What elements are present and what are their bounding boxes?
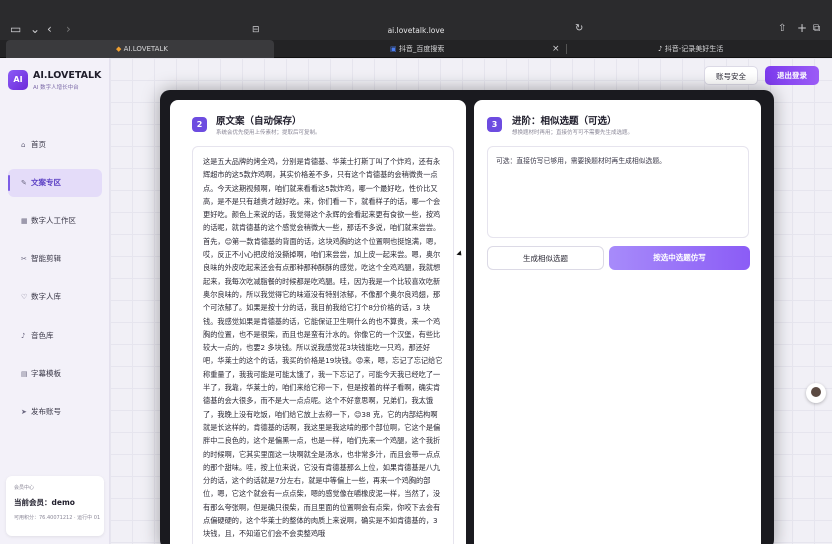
sidebar-item-home[interactable]: ⌂ 首页 bbox=[8, 131, 102, 159]
sidebar-item-publish-accounts[interactable]: ➤ 发布账号 bbox=[8, 398, 102, 426]
member-label: 当前会员：demo bbox=[14, 498, 75, 507]
app-root: AI AI.LOVETALK AI 数字人增长中台 ⌂ 首页 ✎ 文案专区 ▦ 数字人… bbox=[0, 58, 832, 544]
reload-icon[interactable]: ↻ bbox=[575, 22, 583, 36]
grid-icon: ▦ bbox=[21, 217, 28, 225]
similar-topics-hint: 可选：直接仿写已够用，需要换题材时再生成相似选题。 bbox=[496, 157, 666, 165]
rewrite-selected-topic-button[interactable]: 按选中选题仿写 bbox=[609, 246, 750, 270]
logo-icon: AI bbox=[8, 70, 28, 90]
sidebar: AI AI.LOVETALK AI 数字人增长中台 ⌂ 首页 ✎ 文案专区 ▦ 数字人… bbox=[0, 58, 110, 544]
sidebar-item-smart-edit[interactable]: ✂ 智能剪辑 bbox=[8, 245, 102, 273]
chevron-down-icon[interactable]: ⌄ bbox=[30, 22, 40, 36]
member-meta: 可用积分：76.40071212 · 运行中 01 bbox=[14, 515, 101, 521]
member-caption: 会员中心 bbox=[14, 485, 35, 491]
share-icon[interactable]: ⇧ bbox=[778, 22, 786, 36]
app-title: AI.LOVETALK bbox=[33, 70, 102, 81]
sidebar-item-copywriting[interactable]: ✎ 文案专区 bbox=[8, 169, 102, 197]
member-card[interactable]: 会员中心 当前会员：demo 可用积分：76.40071212 · 运行中 01 bbox=[6, 476, 104, 536]
step-badge: 3 bbox=[487, 117, 502, 132]
panel-title: 原文案（自动保存） bbox=[216, 116, 302, 127]
sidebar-item-subtitle-templates[interactable]: ▤ 字幕模板 bbox=[8, 360, 102, 388]
heart-icon: ♡ bbox=[21, 293, 28, 301]
tab-overview-icon[interactable]: ⧉ bbox=[813, 22, 820, 36]
similar-topics-textarea[interactable]: 可选：直接仿写已够用，需要换题材时再生成相似选题。 bbox=[487, 146, 749, 238]
panel-subtitle: 系统会优先使用上传素材；提取后可复制。 bbox=[216, 130, 321, 136]
tab-ai-lovetalk[interactable]: ◆ AI.LOVETALK bbox=[6, 40, 274, 58]
account-security-button[interactable]: 账号安全 bbox=[704, 66, 758, 85]
panel-title: 进阶：相似选题（可选） bbox=[512, 116, 617, 127]
forward-icon[interactable]: › bbox=[66, 22, 71, 36]
app-subtitle: AI 数字人增长中台 bbox=[33, 85, 79, 91]
site-settings-icon[interactable]: ⊟ bbox=[252, 23, 260, 37]
sidebar-item-avatar-workspace[interactable]: ▦ 数字人工作区 bbox=[8, 207, 102, 235]
sidebar-item-avatar-library[interactable]: ♡ 数字人库 bbox=[8, 283, 102, 311]
original-copy-text: 这是五大品牌的烤全鸡，分别是肯德基、华莱士打斯丁叫了个炸鸡，还有永辉超市的这5款… bbox=[203, 157, 443, 539]
tab-divider bbox=[566, 44, 567, 54]
similar-topics-panel: 3 进阶：相似选题（可选） 想换题材时再用；直接仿写可不需要先生成选题。 可选：… bbox=[474, 100, 761, 544]
new-tab-icon[interactable]: + bbox=[797, 21, 807, 35]
douyin-favicon-icon: ♪ bbox=[658, 45, 665, 53]
panel-subtitle: 想换题材时再用；直接仿写可不需要先生成选题。 bbox=[512, 130, 634, 136]
scissors-icon: ✂ bbox=[21, 255, 27, 263]
address-bar[interactable]: ai.lovetalk.love bbox=[370, 24, 462, 38]
music-icon: ♪ bbox=[21, 332, 26, 340]
send-icon: ➤ bbox=[21, 408, 27, 416]
generate-similar-topics-button[interactable]: 生成相似选题 bbox=[487, 246, 604, 270]
sidebar-item-voice-library[interactable]: ♪ 音色库 bbox=[8, 322, 102, 350]
baidu-favicon-icon: ▣ bbox=[390, 45, 399, 53]
tab-close-icon[interactable]: × bbox=[552, 42, 560, 56]
tab-douyin[interactable]: ♪ 抖音-记录美好生活 bbox=[658, 40, 723, 58]
subtitle-icon: ▤ bbox=[21, 370, 28, 378]
browser-tab-bar: ◆ AI.LOVETALK ▣ 抖音_百度搜索 × ♪ 抖音-记录美好生活 bbox=[0, 40, 832, 58]
home-icon: ⌂ bbox=[21, 141, 26, 149]
favicon-icon: ◆ bbox=[116, 45, 124, 53]
step-badge: 2 bbox=[192, 117, 207, 132]
original-copy-textarea[interactable]: 这是五大品牌的烤全鸡，分别是肯德基、华莱士打斯丁叫了个炸鸡，还有永辉超市的这5款… bbox=[192, 146, 454, 544]
tab-douyin-baidu[interactable]: ▣ 抖音_百度搜索 bbox=[390, 40, 444, 58]
browser-toolbar: ▭ ⌄ ‹ › ⊟ ai.lovetalk.love ↻ ⇧ + ⧉ bbox=[0, 0, 832, 40]
back-icon[interactable]: ‹ bbox=[47, 22, 52, 36]
original-copy-panel: 2 原文案（自动保存） 系统会优先使用上传素材；提取后可复制。 这是五大品牌的烤… bbox=[170, 100, 466, 544]
support-avatar[interactable] bbox=[806, 383, 826, 403]
document-icon: ✎ bbox=[21, 179, 27, 187]
sidebar-toggle-icon[interactable]: ▭ bbox=[10, 22, 21, 36]
logout-button[interactable]: 退出登录 bbox=[765, 66, 819, 85]
